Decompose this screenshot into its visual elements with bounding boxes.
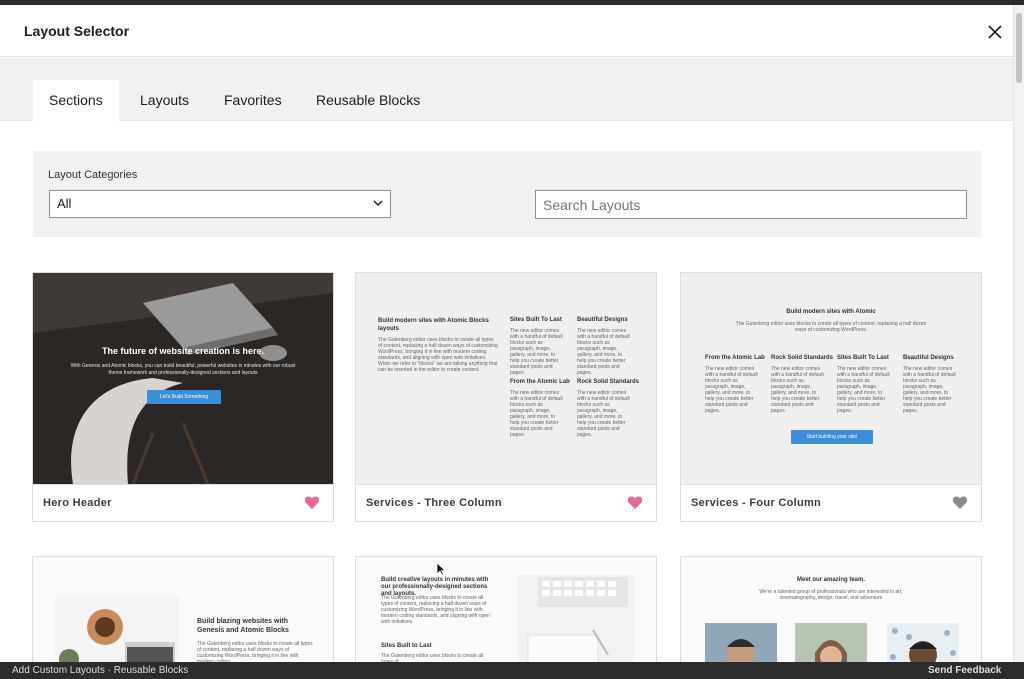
layout-card-row2-2[interactable]: Build creative layouts in minutes with o… <box>355 556 657 662</box>
preview-col-text-2: The new editor comes with a handful of d… <box>771 366 824 414</box>
keyboard-photo-illustration <box>518 575 634 662</box>
send-feedback-link[interactable]: Send Feedback <box>928 665 1001 676</box>
heart-icon[interactable] <box>952 495 968 510</box>
preview-heading: Build modern sites with Atomic <box>786 309 876 315</box>
layout-card-row2-1[interactable]: Build blazing websites with Genesis and … <box>32 556 334 662</box>
modal-header: Layout Selector <box>0 5 1013 57</box>
modal-title: Layout Selector <box>24 23 130 39</box>
scrollbar-thumb[interactable] <box>1016 13 1022 83</box>
layout-card-row2-3[interactable]: Meet our amazing team. We're a talented … <box>680 556 982 662</box>
row2-2-subtext: The Gutenberg editor uses blocks to crea… <box>381 653 484 662</box>
tabs-bar: Sections Layouts Favorites Reusable Bloc… <box>0 58 1013 121</box>
preview-col-title-4: Beautiful Designs <box>903 355 954 361</box>
preview-col-title-3: Sites Built To Last <box>837 355 889 361</box>
layout-selector-modal: Layout Selector Sections Layouts Favorit… <box>0 5 1013 662</box>
preview-col-title-2: Beautiful Designs <box>577 317 628 323</box>
filters-panel: Layout Categories All <box>33 151 981 237</box>
card-title: Hero Header <box>43 497 112 509</box>
hero-preview-button: Let's Build Something <box>147 390 221 404</box>
add-custom-layouts-link[interactable]: Add Custom Layouts · Reusable Blocks <box>12 665 188 676</box>
preview-heading: Build modern sites with Atomic Blocks la… <box>378 318 489 332</box>
layout-card-hero-header[interactable]: The future of website creation is here. … <box>32 272 334 522</box>
services-three-column-preview: Build modern sites with Atomic Blocks la… <box>356 273 656 484</box>
card-footer: Services - Four Column <box>681 484 981 521</box>
hero-preview-text: With Genesis and Atomic blocks, you can … <box>70 363 296 376</box>
layout-categories-label: Layout Categories <box>48 169 138 181</box>
row2-1-heading: Build blazing websites with Genesis and … <box>197 618 289 634</box>
close-button[interactable] <box>984 21 1006 43</box>
team-member-photo-2 <box>795 623 867 662</box>
tab-reusable-blocks[interactable]: Reusable Blocks <box>300 80 436 121</box>
row2-3-heading: Meet our amazing team. <box>796 577 865 583</box>
laptop-photo-illustration <box>55 597 179 662</box>
hero-header-preview: The future of website creation is here. … <box>33 273 333 484</box>
layout-categories-select[interactable]: All <box>49 190 391 218</box>
search-layouts-input[interactable] <box>535 190 967 219</box>
preview-col-title-4: Rock Solid Standards <box>577 379 640 385</box>
preview-col-text-3: The new editor comes with a handful of d… <box>837 366 890 414</box>
preview-col-title-2: Rock Solid Standards <box>771 355 834 361</box>
layout-card-services-four-column[interactable]: Build modern sites with Atomic The Guten… <box>680 272 982 522</box>
preview-col-text-4: The new editor comes with a handful of d… <box>577 390 630 438</box>
team-member-photo-3 <box>887 623 959 662</box>
preview-col-title-1: Sites Built To Last <box>510 317 562 323</box>
preview-col-text-4: The new editor comes with a handful of d… <box>903 366 956 414</box>
layout-card-services-three-column[interactable]: Build modern sites with Atomic Blocks la… <box>355 272 657 522</box>
preview-col-text-1: The new editor comes with a handful of d… <box>510 328 563 376</box>
row2-2-preview: Build creative layouts in minutes with o… <box>356 557 656 662</box>
row2-1-preview: Build blazing websites with Genesis and … <box>33 557 333 662</box>
preview-intro: The Gutenberg editor uses blocks to crea… <box>378 337 498 373</box>
preview-col-title-3: From the Atomic Lab <box>510 379 570 385</box>
chevron-down-icon <box>373 200 383 206</box>
close-icon <box>988 25 1002 39</box>
preview-col-text-3: The new editor comes with a handful of d… <box>510 390 563 438</box>
tab-layouts[interactable]: Layouts <box>124 80 205 121</box>
row2-3-text: We're a talented group of professionals … <box>759 589 903 601</box>
card-title: Services - Four Column <box>691 497 822 509</box>
preview-col-title-1: From the Atomic Lab <box>705 355 765 361</box>
hero-preview-heading: The future of website creation is here. <box>101 346 265 356</box>
card-footer: Services - Three Column <box>356 484 656 521</box>
mouse-cursor-icon <box>436 562 446 576</box>
bottom-bar: Add Custom Layouts · Reusable Blocks Sen… <box>0 662 1024 679</box>
layout-categories-value: All <box>57 196 72 211</box>
services-four-column-preview: Build modern sites with Atomic The Guten… <box>681 273 981 484</box>
card-title: Services - Three Column <box>366 497 502 509</box>
tab-favorites[interactable]: Favorites <box>208 80 298 121</box>
preview-intro: The Gutenberg editor uses blocks to crea… <box>735 321 927 333</box>
heart-icon[interactable] <box>627 495 643 510</box>
row2-2-subheading: Sites Built to Last <box>381 643 432 649</box>
preview-col-text-2: The new editor comes with a handful of d… <box>577 328 630 376</box>
hero-photo-illustration <box>33 273 333 484</box>
card-footer: Hero Header <box>33 484 333 521</box>
preview-col-text-1: The new editor comes with a handful of d… <box>705 366 758 414</box>
row2-1-text: The Gutenberg editor uses blocks to crea… <box>197 641 313 662</box>
row2-3-preview: Meet our amazing team. We're a talented … <box>681 557 981 662</box>
modal-scrollbar[interactable] <box>1013 5 1024 662</box>
heart-icon[interactable] <box>304 495 320 510</box>
preview-button: Start building your site! <box>791 430 873 444</box>
row2-2-text: The Gutenberg editor uses blocks to crea… <box>381 595 490 625</box>
team-member-photo-1 <box>705 623 777 662</box>
tab-sections[interactable]: Sections <box>33 80 119 121</box>
